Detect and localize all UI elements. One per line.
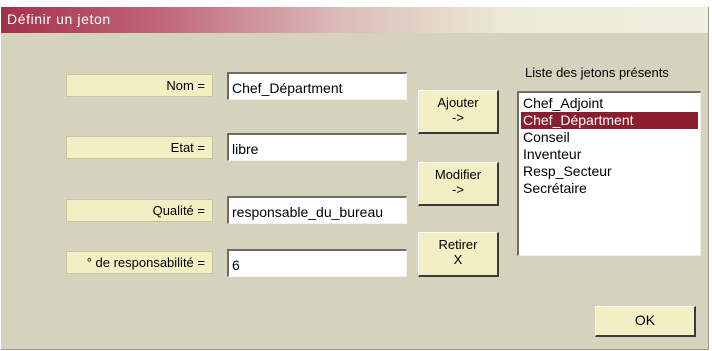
list-item[interactable]: Chef_Adjoint — [521, 95, 698, 112]
ajouter-arrow: -> — [452, 110, 464, 125]
define-token-dialog: Définir un jeton Nom = Etat = Qualité = … — [1, 7, 709, 350]
retirer-icon: X — [453, 252, 463, 267]
responsabilite-label: ° de responsabilité = — [66, 251, 213, 274]
list-item[interactable]: Resp_Secteur — [521, 163, 698, 180]
modifier-label: Modifier — [434, 167, 482, 182]
list-item[interactable]: Conseil — [521, 129, 698, 146]
ok-label: OK — [634, 312, 656, 328]
ok-button[interactable]: OK — [595, 306, 696, 337]
list-item[interactable]: Secrétaire — [521, 180, 698, 197]
responsabilite-field[interactable] — [227, 249, 407, 277]
etat-field[interactable] — [227, 133, 407, 161]
list-title: Liste des jetons présents — [525, 65, 669, 80]
modifier-arrow: -> — [452, 182, 464, 197]
title-bar[interactable]: Définir un jeton — [1, 7, 708, 33]
nom-field[interactable] — [227, 72, 407, 100]
window-title: Définir un jeton — [7, 11, 111, 27]
list-item[interactable]: Inventeur — [521, 146, 698, 163]
retirer-label: Retirer — [438, 237, 478, 252]
nom-label: Nom = — [66, 74, 213, 97]
list-item-selected[interactable]: Chef_Départment — [521, 112, 698, 129]
ajouter-label: Ajouter — [437, 95, 479, 110]
qualite-field[interactable] — [227, 196, 407, 224]
retirer-button[interactable]: Retirer X — [418, 232, 499, 277]
token-list[interactable]: Chef_Adjoint Chef_Départment Conseil Inv… — [517, 91, 701, 256]
qualite-label: Qualité = — [66, 199, 213, 222]
modifier-button[interactable]: Modifier -> — [418, 162, 499, 206]
etat-label: Etat = — [66, 136, 213, 159]
ajouter-button[interactable]: Ajouter -> — [418, 90, 499, 134]
